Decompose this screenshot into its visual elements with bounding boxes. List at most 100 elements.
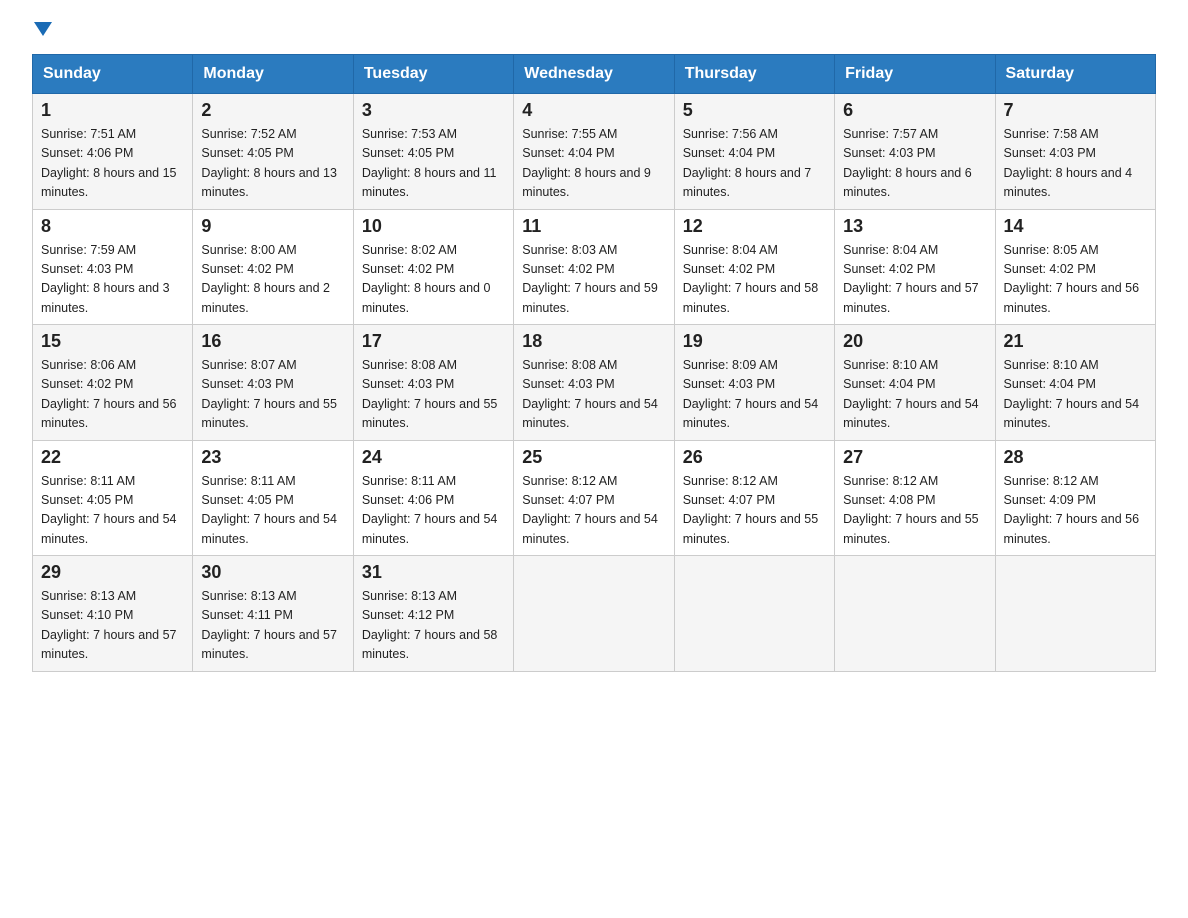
day-info: Sunrise: 8:04 AMSunset: 4:02 PMDaylight:… <box>843 241 986 319</box>
calendar-cell: 31 Sunrise: 8:13 AMSunset: 4:12 PMDaylig… <box>353 556 513 672</box>
calendar-header-row: SundayMondayTuesdayWednesdayThursdayFrid… <box>33 55 1156 94</box>
day-info: Sunrise: 8:13 AMSunset: 4:12 PMDaylight:… <box>362 587 505 665</box>
day-info: Sunrise: 8:12 AMSunset: 4:09 PMDaylight:… <box>1004 472 1147 550</box>
calendar-cell: 29 Sunrise: 8:13 AMSunset: 4:10 PMDaylig… <box>33 556 193 672</box>
day-info: Sunrise: 7:52 AMSunset: 4:05 PMDaylight:… <box>201 125 344 203</box>
day-info: Sunrise: 8:08 AMSunset: 4:03 PMDaylight:… <box>362 356 505 434</box>
calendar-week-5: 29 Sunrise: 8:13 AMSunset: 4:10 PMDaylig… <box>33 556 1156 672</box>
calendar-cell: 16 Sunrise: 8:07 AMSunset: 4:03 PMDaylig… <box>193 325 353 441</box>
day-info: Sunrise: 8:06 AMSunset: 4:02 PMDaylight:… <box>41 356 184 434</box>
calendar-cell: 1 Sunrise: 7:51 AMSunset: 4:06 PMDayligh… <box>33 94 193 210</box>
day-number: 18 <box>522 331 665 352</box>
calendar-week-3: 15 Sunrise: 8:06 AMSunset: 4:02 PMDaylig… <box>33 325 1156 441</box>
day-number: 14 <box>1004 216 1147 237</box>
calendar-week-1: 1 Sunrise: 7:51 AMSunset: 4:06 PMDayligh… <box>33 94 1156 210</box>
day-info: Sunrise: 8:10 AMSunset: 4:04 PMDaylight:… <box>843 356 986 434</box>
calendar-cell: 10 Sunrise: 8:02 AMSunset: 4:02 PMDaylig… <box>353 209 513 325</box>
day-info: Sunrise: 8:13 AMSunset: 4:11 PMDaylight:… <box>201 587 344 665</box>
calendar-cell <box>835 556 995 672</box>
calendar-cell: 13 Sunrise: 8:04 AMSunset: 4:02 PMDaylig… <box>835 209 995 325</box>
day-number: 2 <box>201 100 344 121</box>
calendar-cell: 2 Sunrise: 7:52 AMSunset: 4:05 PMDayligh… <box>193 94 353 210</box>
calendar-cell: 4 Sunrise: 7:55 AMSunset: 4:04 PMDayligh… <box>514 94 674 210</box>
day-number: 19 <box>683 331 826 352</box>
calendar-cell: 18 Sunrise: 8:08 AMSunset: 4:03 PMDaylig… <box>514 325 674 441</box>
day-number: 28 <box>1004 447 1147 468</box>
calendar-cell: 19 Sunrise: 8:09 AMSunset: 4:03 PMDaylig… <box>674 325 834 441</box>
calendar-cell <box>995 556 1155 672</box>
day-info: Sunrise: 8:11 AMSunset: 4:05 PMDaylight:… <box>201 472 344 550</box>
day-number: 25 <box>522 447 665 468</box>
header-sunday: Sunday <box>33 55 193 94</box>
calendar-cell: 30 Sunrise: 8:13 AMSunset: 4:11 PMDaylig… <box>193 556 353 672</box>
day-info: Sunrise: 8:12 AMSunset: 4:08 PMDaylight:… <box>843 472 986 550</box>
header-monday: Monday <box>193 55 353 94</box>
calendar-cell: 22 Sunrise: 8:11 AMSunset: 4:05 PMDaylig… <box>33 440 193 556</box>
day-number: 20 <box>843 331 986 352</box>
day-info: Sunrise: 7:56 AMSunset: 4:04 PMDaylight:… <box>683 125 826 203</box>
day-number: 8 <box>41 216 184 237</box>
logo-triangle-icon <box>34 22 52 36</box>
day-number: 16 <box>201 331 344 352</box>
day-number: 7 <box>1004 100 1147 121</box>
calendar-cell: 15 Sunrise: 8:06 AMSunset: 4:02 PMDaylig… <box>33 325 193 441</box>
day-number: 11 <box>522 216 665 237</box>
day-info: Sunrise: 8:03 AMSunset: 4:02 PMDaylight:… <box>522 241 665 319</box>
header-wednesday: Wednesday <box>514 55 674 94</box>
calendar-cell: 27 Sunrise: 8:12 AMSunset: 4:08 PMDaylig… <box>835 440 995 556</box>
day-number: 26 <box>683 447 826 468</box>
day-number: 3 <box>362 100 505 121</box>
day-number: 17 <box>362 331 505 352</box>
day-info: Sunrise: 7:51 AMSunset: 4:06 PMDaylight:… <box>41 125 184 203</box>
day-number: 30 <box>201 562 344 583</box>
day-info: Sunrise: 7:57 AMSunset: 4:03 PMDaylight:… <box>843 125 986 203</box>
calendar-cell: 12 Sunrise: 8:04 AMSunset: 4:02 PMDaylig… <box>674 209 834 325</box>
day-number: 10 <box>362 216 505 237</box>
day-info: Sunrise: 7:53 AMSunset: 4:05 PMDaylight:… <box>362 125 505 203</box>
header-thursday: Thursday <box>674 55 834 94</box>
calendar-cell: 21 Sunrise: 8:10 AMSunset: 4:04 PMDaylig… <box>995 325 1155 441</box>
day-info: Sunrise: 8:08 AMSunset: 4:03 PMDaylight:… <box>522 356 665 434</box>
day-info: Sunrise: 8:12 AMSunset: 4:07 PMDaylight:… <box>522 472 665 550</box>
calendar-cell: 8 Sunrise: 7:59 AMSunset: 4:03 PMDayligh… <box>33 209 193 325</box>
day-number: 6 <box>843 100 986 121</box>
calendar-cell: 23 Sunrise: 8:11 AMSunset: 4:05 PMDaylig… <box>193 440 353 556</box>
day-number: 23 <box>201 447 344 468</box>
day-info: Sunrise: 7:58 AMSunset: 4:03 PMDaylight:… <box>1004 125 1147 203</box>
day-number: 21 <box>1004 331 1147 352</box>
day-info: Sunrise: 8:04 AMSunset: 4:02 PMDaylight:… <box>683 241 826 319</box>
calendar-cell: 7 Sunrise: 7:58 AMSunset: 4:03 PMDayligh… <box>995 94 1155 210</box>
logo <box>32 24 52 38</box>
day-number: 4 <box>522 100 665 121</box>
day-number: 24 <box>362 447 505 468</box>
day-info: Sunrise: 8:02 AMSunset: 4:02 PMDaylight:… <box>362 241 505 319</box>
calendar-cell: 9 Sunrise: 8:00 AMSunset: 4:02 PMDayligh… <box>193 209 353 325</box>
calendar-cell <box>674 556 834 672</box>
page-header <box>32 24 1156 38</box>
header-friday: Friday <box>835 55 995 94</box>
day-number: 27 <box>843 447 986 468</box>
calendar-cell: 17 Sunrise: 8:08 AMSunset: 4:03 PMDaylig… <box>353 325 513 441</box>
day-number: 22 <box>41 447 184 468</box>
day-info: Sunrise: 8:13 AMSunset: 4:10 PMDaylight:… <box>41 587 184 665</box>
day-number: 12 <box>683 216 826 237</box>
calendar-cell: 20 Sunrise: 8:10 AMSunset: 4:04 PMDaylig… <box>835 325 995 441</box>
calendar-cell: 11 Sunrise: 8:03 AMSunset: 4:02 PMDaylig… <box>514 209 674 325</box>
day-info: Sunrise: 8:11 AMSunset: 4:06 PMDaylight:… <box>362 472 505 550</box>
day-info: Sunrise: 8:09 AMSunset: 4:03 PMDaylight:… <box>683 356 826 434</box>
calendar-cell: 26 Sunrise: 8:12 AMSunset: 4:07 PMDaylig… <box>674 440 834 556</box>
calendar-cell: 14 Sunrise: 8:05 AMSunset: 4:02 PMDaylig… <box>995 209 1155 325</box>
day-number: 31 <box>362 562 505 583</box>
calendar-cell: 5 Sunrise: 7:56 AMSunset: 4:04 PMDayligh… <box>674 94 834 210</box>
day-number: 1 <box>41 100 184 121</box>
calendar-cell: 25 Sunrise: 8:12 AMSunset: 4:07 PMDaylig… <box>514 440 674 556</box>
calendar-table: SundayMondayTuesdayWednesdayThursdayFrid… <box>32 54 1156 672</box>
day-number: 13 <box>843 216 986 237</box>
header-tuesday: Tuesday <box>353 55 513 94</box>
calendar-cell: 6 Sunrise: 7:57 AMSunset: 4:03 PMDayligh… <box>835 94 995 210</box>
day-info: Sunrise: 8:10 AMSunset: 4:04 PMDaylight:… <box>1004 356 1147 434</box>
day-info: Sunrise: 7:55 AMSunset: 4:04 PMDaylight:… <box>522 125 665 203</box>
day-info: Sunrise: 8:00 AMSunset: 4:02 PMDaylight:… <box>201 241 344 319</box>
day-info: Sunrise: 7:59 AMSunset: 4:03 PMDaylight:… <box>41 241 184 319</box>
calendar-cell: 28 Sunrise: 8:12 AMSunset: 4:09 PMDaylig… <box>995 440 1155 556</box>
